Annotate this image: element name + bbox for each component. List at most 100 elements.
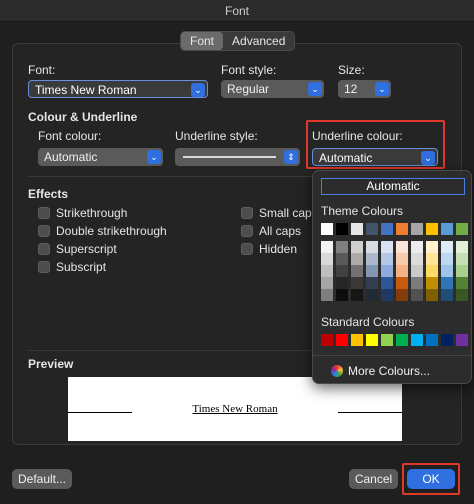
- default-button[interactable]: Default...: [12, 469, 72, 489]
- hidden-checkbox[interactable]: Hidden: [241, 242, 297, 256]
- colour-swatch[interactable]: [426, 334, 438, 346]
- colour-swatch[interactable]: [336, 334, 348, 346]
- colour-swatch[interactable]: [411, 223, 423, 235]
- chevron-down-icon: ⌄: [308, 82, 322, 96]
- colour-swatch[interactable]: [321, 334, 333, 346]
- checkbox-box[interactable]: [241, 243, 253, 255]
- all-caps-checkbox[interactable]: All caps: [241, 224, 301, 238]
- colour-swatch[interactable]: [396, 277, 408, 289]
- colour-swatch[interactable]: [351, 265, 363, 277]
- checkbox-box[interactable]: [38, 225, 50, 237]
- colour-swatch[interactable]: [396, 265, 408, 277]
- colour-swatch[interactable]: [381, 334, 393, 346]
- colour-swatch[interactable]: [426, 265, 438, 277]
- colour-swatch[interactable]: [366, 223, 378, 235]
- colour-swatch[interactable]: [456, 223, 468, 235]
- small-caps-checkbox[interactable]: Small caps: [241, 206, 318, 220]
- preview-sample-text: Times New Roman: [192, 403, 278, 415]
- colour-swatch[interactable]: [426, 241, 438, 253]
- tab-font[interactable]: Font: [181, 32, 224, 50]
- colour-swatch[interactable]: [351, 241, 363, 253]
- colour-swatch[interactable]: [366, 265, 378, 277]
- colour-swatch[interactable]: [366, 253, 378, 265]
- colour-swatch[interactable]: [396, 289, 408, 301]
- underline-colour-select[interactable]: Automatic ⌄: [312, 148, 438, 166]
- colour-swatch[interactable]: [321, 289, 333, 301]
- colour-swatch[interactable]: [381, 241, 393, 253]
- colour-swatch[interactable]: [336, 223, 348, 235]
- colour-swatch[interactable]: [321, 241, 333, 253]
- automatic-colour-option[interactable]: Automatic: [321, 178, 465, 195]
- colour-swatch[interactable]: [411, 277, 423, 289]
- colour-swatch[interactable]: [426, 289, 438, 301]
- colour-swatch[interactable]: [456, 289, 468, 301]
- colour-swatch[interactable]: [426, 253, 438, 265]
- colour-swatch[interactable]: [381, 289, 393, 301]
- colour-swatch[interactable]: [411, 253, 423, 265]
- colour-swatch[interactable]: [441, 223, 453, 235]
- colour-swatch[interactable]: [366, 289, 378, 301]
- colour-swatch[interactable]: [396, 241, 408, 253]
- font-select[interactable]: Times New Roman ⌄: [28, 80, 208, 98]
- preview-box: Times New Roman: [68, 377, 402, 441]
- colour-swatch[interactable]: [411, 334, 423, 346]
- colour-swatch[interactable]: [426, 277, 438, 289]
- colour-swatch[interactable]: [381, 265, 393, 277]
- colour-swatch[interactable]: [336, 253, 348, 265]
- checkbox-box[interactable]: [241, 225, 253, 237]
- double-strikethrough-checkbox[interactable]: Double strikethrough: [38, 224, 167, 238]
- colour-swatch[interactable]: [441, 241, 453, 253]
- colour-swatch[interactable]: [381, 223, 393, 235]
- more-colours-option[interactable]: More Colours...: [331, 364, 430, 378]
- colour-swatch[interactable]: [381, 253, 393, 265]
- colour-swatch[interactable]: [366, 334, 378, 346]
- colour-swatch[interactable]: [351, 253, 363, 265]
- underline-style-select[interactable]: ⇕: [175, 148, 300, 166]
- size-select[interactable]: 12 ⌄: [338, 80, 391, 98]
- colour-swatch[interactable]: [396, 223, 408, 235]
- colour-swatch[interactable]: [456, 277, 468, 289]
- superscript-checkbox[interactable]: Superscript: [38, 242, 117, 256]
- colour-swatch[interactable]: [321, 265, 333, 277]
- colour-swatch[interactable]: [426, 223, 438, 235]
- colour-swatch[interactable]: [441, 253, 453, 265]
- colour-swatch[interactable]: [441, 277, 453, 289]
- colour-swatch[interactable]: [321, 277, 333, 289]
- checkbox-box[interactable]: [241, 207, 253, 219]
- colour-swatch[interactable]: [456, 241, 468, 253]
- colour-swatch[interactable]: [456, 265, 468, 277]
- colour-swatch[interactable]: [321, 253, 333, 265]
- colour-swatch[interactable]: [441, 334, 453, 346]
- colour-swatch[interactable]: [396, 253, 408, 265]
- colour-swatch[interactable]: [441, 265, 453, 277]
- font-style-select[interactable]: Regular ⌄: [221, 80, 324, 98]
- colour-swatch[interactable]: [411, 265, 423, 277]
- colour-swatch[interactable]: [366, 277, 378, 289]
- checkbox-box[interactable]: [38, 243, 50, 255]
- ok-button[interactable]: OK: [407, 469, 455, 489]
- colour-swatch[interactable]: [351, 334, 363, 346]
- colour-swatch[interactable]: [441, 289, 453, 301]
- colour-swatch[interactable]: [366, 241, 378, 253]
- colour-swatch[interactable]: [351, 289, 363, 301]
- font-colour-select[interactable]: Automatic ⌄: [38, 148, 163, 166]
- colour-swatch[interactable]: [456, 334, 468, 346]
- tab-advanced[interactable]: Advanced: [223, 32, 294, 50]
- colour-swatch[interactable]: [396, 334, 408, 346]
- colour-swatch[interactable]: [336, 277, 348, 289]
- strikethrough-checkbox[interactable]: Strikethrough: [38, 206, 127, 220]
- colour-swatch[interactable]: [321, 223, 333, 235]
- colour-swatch[interactable]: [351, 223, 363, 235]
- colour-swatch[interactable]: [411, 289, 423, 301]
- colour-swatch[interactable]: [336, 289, 348, 301]
- subscript-checkbox[interactable]: Subscript: [38, 260, 106, 274]
- checkbox-box[interactable]: [38, 261, 50, 273]
- colour-swatch[interactable]: [336, 241, 348, 253]
- colour-swatch[interactable]: [456, 253, 468, 265]
- colour-swatch[interactable]: [336, 265, 348, 277]
- colour-swatch[interactable]: [351, 277, 363, 289]
- checkbox-box[interactable]: [38, 207, 50, 219]
- cancel-button[interactable]: Cancel: [349, 469, 398, 489]
- colour-swatch[interactable]: [411, 241, 423, 253]
- colour-swatch[interactable]: [381, 277, 393, 289]
